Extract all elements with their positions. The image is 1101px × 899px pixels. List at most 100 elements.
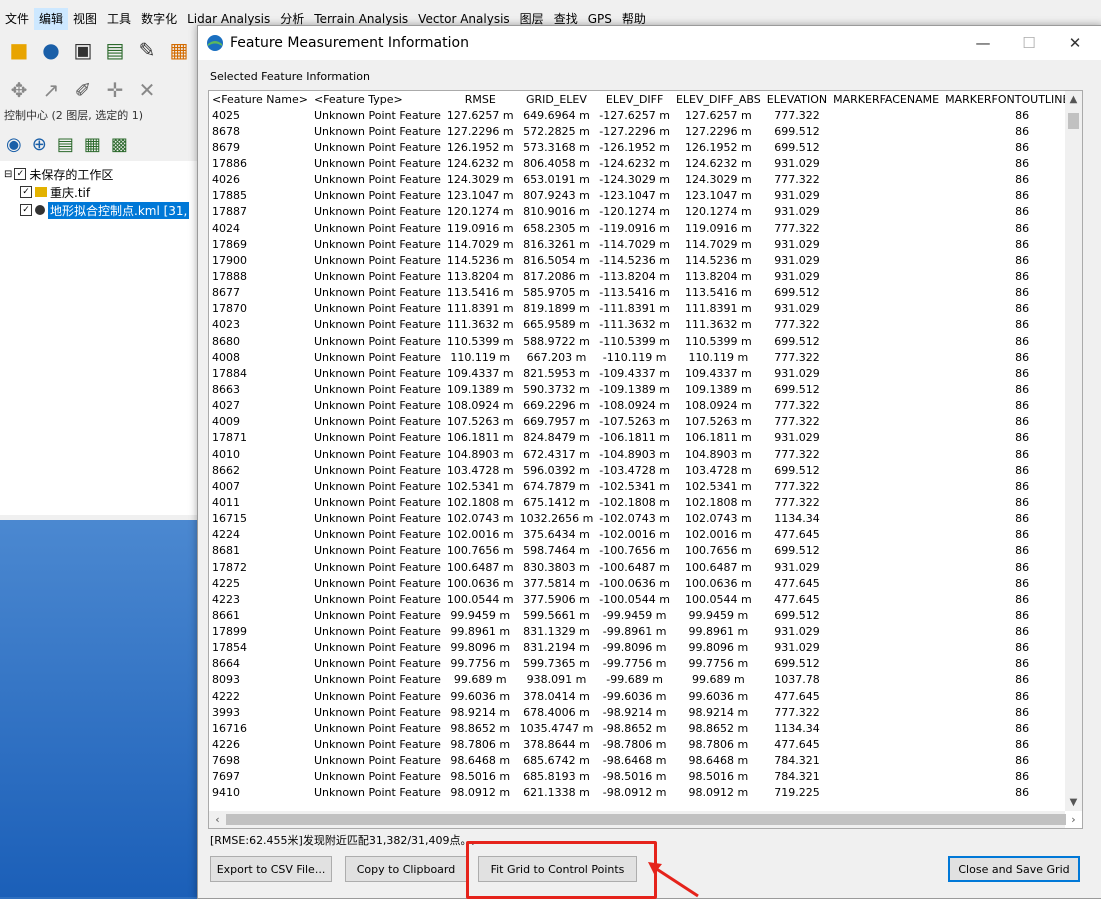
column-header[interactable]: ELEV_DIFF_ABS xyxy=(673,91,764,107)
table-row[interactable]: 17887 Unknown Point Feature 120.1274 m 810.… xyxy=(209,204,1082,220)
menu-edit[interactable]: 编辑 xyxy=(34,8,69,30)
horizontal-scrollbar[interactable]: ‹ › xyxy=(209,811,1076,828)
table-row[interactable]: 8679 Unknown Point Feature 126.1952 m 573.3… xyxy=(209,139,1082,155)
table-row[interactable]: 4011 Unknown Point Feature 102.1808 m 675.1… xyxy=(209,494,1082,510)
column-header[interactable]: RMSE xyxy=(444,91,517,107)
column-header[interactable]: ELEVATION xyxy=(764,91,830,107)
table-row[interactable]: 4009 Unknown Point Feature 107.5263 m 669.7… xyxy=(209,414,1082,430)
column-header[interactable]: MARKERFONTOUTLINEWEIG xyxy=(942,91,1082,107)
column-header[interactable]: MARKERFACENAME xyxy=(830,91,942,107)
workspace-node[interactable]: ⊟ ✓ 未保存的工作区 xyxy=(4,165,195,183)
close-save-grid-button[interactable]: Close and Save Grid xyxy=(948,856,1080,882)
column-header[interactable]: <Feature Type> xyxy=(311,91,444,107)
menu-tools[interactable]: 工具 xyxy=(102,8,136,30)
open-folder-icon[interactable]: ■ xyxy=(6,37,32,63)
table-row[interactable]: 17871 Unknown Point Feature 106.1811 m 824.… xyxy=(209,430,1082,446)
table-cell: 99.9459 m xyxy=(450,608,511,622)
table-row[interactable]: 4008 Unknown Point Feature 110.119 m 667.20… xyxy=(209,349,1082,365)
measure-icon[interactable]: ✕ xyxy=(134,77,160,103)
scroll-up-icon[interactable]: ▲ xyxy=(1065,91,1082,108)
table-row[interactable]: 8093 Unknown Point Feature 99.689 m 938.091… xyxy=(209,672,1082,688)
table-row[interactable]: 4023 Unknown Point Feature 111.3632 m 665.9… xyxy=(209,317,1082,333)
feature-table[interactable]: <Feature Name> <Feature Type> RMSE GRID_ELE… xyxy=(208,90,1083,829)
table-row[interactable]: 8662 Unknown Point Feature 103.4728 m 596.0… xyxy=(209,462,1082,478)
select-icon[interactable]: ↗ xyxy=(38,77,64,103)
move-icon[interactable]: ✥ xyxy=(6,77,32,103)
table-row[interactable]: 4024 Unknown Point Feature 119.0916 m 658.2… xyxy=(209,220,1082,236)
table-row[interactable]: 17884 Unknown Point Feature 109.4337 m 821.… xyxy=(209,365,1082,381)
table-row[interactable]: 9410 Unknown Point Feature 98.0912 m 621.13… xyxy=(209,785,1082,801)
scroll-right-icon[interactable]: › xyxy=(1065,811,1082,828)
vertical-scrollbar[interactable]: ▲ ▼ xyxy=(1065,91,1082,811)
table-row[interactable]: 4222 Unknown Point Feature 99.6036 m 378.04… xyxy=(209,688,1082,704)
table-cell: 86 xyxy=(1015,738,1030,752)
table-row[interactable]: 4225 Unknown Point Feature 100.0636 m 377.5… xyxy=(209,575,1082,591)
table-row[interactable]: 4027 Unknown Point Feature 108.0924 m 669.2… xyxy=(209,398,1082,414)
table-row[interactable]: 8664 Unknown Point Feature 99.7756 m 599.73… xyxy=(209,656,1082,672)
menu-view[interactable]: 视图 xyxy=(68,8,102,30)
collapse-icon[interactable]: ⊟ xyxy=(4,169,12,180)
table-row[interactable]: 17872 Unknown Point Feature 100.6487 m 830.… xyxy=(209,559,1082,575)
options-icon[interactable]: ⊕ xyxy=(32,134,47,155)
table-cell: 8661 xyxy=(212,608,240,622)
table-row[interactable]: 8678 Unknown Point Feature 127.2296 m 572.2… xyxy=(209,123,1082,139)
save-icon[interactable]: ▣ xyxy=(70,37,96,63)
column-header[interactable]: <Feature Name> xyxy=(209,91,311,107)
layer-node-raster[interactable]: ✓ 重庆.tif xyxy=(4,183,195,201)
pan-icon[interactable]: ✛ xyxy=(102,77,128,103)
table-row[interactable]: 8661 Unknown Point Feature 99.9459 m 599.56… xyxy=(209,607,1082,623)
table-row[interactable]: 4007 Unknown Point Feature 102.5341 m 674.7… xyxy=(209,478,1082,494)
table-icon[interactable]: ▤ xyxy=(102,37,128,63)
table-row[interactable]: 4026 Unknown Point Feature 124.3029 m 653.0… xyxy=(209,172,1082,188)
table-row[interactable]: 7698 Unknown Point Feature 98.6468 m 685.67… xyxy=(209,753,1082,769)
table-row[interactable]: 8680 Unknown Point Feature 110.5399 m 588.9… xyxy=(209,333,1082,349)
workspace-checkbox[interactable]: ✓ xyxy=(14,168,27,180)
column-header[interactable]: GRID_ELEV xyxy=(517,91,597,107)
table-row[interactable]: 17888 Unknown Point Feature 113.8204 m 817.… xyxy=(209,268,1082,284)
table-row[interactable]: 7697 Unknown Point Feature 98.5016 m 685.81… xyxy=(209,769,1082,785)
edit-vertex-icon[interactable]: ✐ xyxy=(70,77,96,103)
table-row[interactable]: 4025 Unknown Point Feature 127.6257 m 649.6… xyxy=(209,107,1082,123)
vertical-scroll-thumb[interactable] xyxy=(1068,113,1079,129)
export-csv-button[interactable]: Export to CSV File... xyxy=(210,856,332,882)
minimize-button[interactable]: — xyxy=(960,26,1006,60)
table-row[interactable]: 17869 Unknown Point Feature 114.7029 m 816.… xyxy=(209,236,1082,252)
table-row[interactable]: 8677 Unknown Point Feature 113.5416 m 585.9… xyxy=(209,285,1082,301)
table-row[interactable]: 8681 Unknown Point Feature 100.7656 m 598.7… xyxy=(209,543,1082,559)
layer-search-icon[interactable]: ▩ xyxy=(111,134,128,155)
zoom-layer-icon[interactable]: ◉ xyxy=(6,134,22,155)
table-row[interactable]: 17900 Unknown Point Feature 114.5236 m 816.… xyxy=(209,252,1082,268)
layer-node-kml[interactable]: ✓ 地形拟合控制点.kml [31, xyxy=(4,201,195,219)
table-row[interactable]: 17870 Unknown Point Feature 111.8391 m 819.… xyxy=(209,301,1082,317)
table-row[interactable]: 17885 Unknown Point Feature 123.1047 m 807.… xyxy=(209,188,1082,204)
table-row[interactable]: 3993 Unknown Point Feature 98.9214 m 678.40… xyxy=(209,704,1082,720)
table-row[interactable]: 4224 Unknown Point Feature 102.0016 m 375.6… xyxy=(209,527,1082,543)
dialog-titlebar[interactable]: Feature Measurement Information — ☐ ✕ xyxy=(198,26,1101,60)
globe-icon[interactable]: ● xyxy=(38,37,64,63)
layer2-checkbox[interactable]: ✓ xyxy=(20,204,32,216)
close-window-button[interactable]: ✕ xyxy=(1052,26,1098,60)
menu-digitize[interactable]: 数字化 xyxy=(136,8,182,30)
table-row[interactable]: 17899 Unknown Point Feature 99.8961 m 831.1… xyxy=(209,624,1082,640)
table-row[interactable]: 17886 Unknown Point Feature 124.6232 m 806.… xyxy=(209,155,1082,171)
layer-add-icon[interactable]: ▦ xyxy=(84,134,101,155)
table-row[interactable]: 17854 Unknown Point Feature 99.8096 m 831.2… xyxy=(209,640,1082,656)
table-cell: -113.5416 m xyxy=(599,286,670,300)
table-row[interactable]: 8663 Unknown Point Feature 109.1389 m 590.3… xyxy=(209,381,1082,397)
scroll-left-icon[interactable]: ‹ xyxy=(209,811,226,828)
maximize-button[interactable]: ☐ xyxy=(1006,26,1052,60)
table-row[interactable]: 4010 Unknown Point Feature 104.8903 m 672.4… xyxy=(209,446,1082,462)
column-header[interactable]: ELEV_DIFF xyxy=(596,91,673,107)
layers-icon[interactable]: ▦ xyxy=(166,37,192,63)
layer1-checkbox[interactable]: ✓ xyxy=(20,186,32,198)
table-row[interactable]: 4226 Unknown Point Feature 98.7806 m 378.86… xyxy=(209,736,1082,752)
table-row[interactable]: 4223 Unknown Point Feature 100.0544 m 377.5… xyxy=(209,591,1082,607)
wrench-icon[interactable]: ✎ xyxy=(134,37,160,63)
table-row[interactable]: 16715 Unknown Point Feature 102.0743 m 1032… xyxy=(209,511,1082,527)
table-view-icon[interactable]: ▤ xyxy=(57,134,74,155)
copy-clipboard-button[interactable]: Copy to Clipboard xyxy=(345,856,467,882)
menu-file[interactable]: 文件 xyxy=(0,8,34,30)
horizontal-scroll-thumb[interactable] xyxy=(226,814,1066,825)
scroll-down-icon[interactable]: ▼ xyxy=(1065,794,1082,811)
table-row[interactable]: 16716 Unknown Point Feature 98.8652 m 1035.… xyxy=(209,720,1082,736)
